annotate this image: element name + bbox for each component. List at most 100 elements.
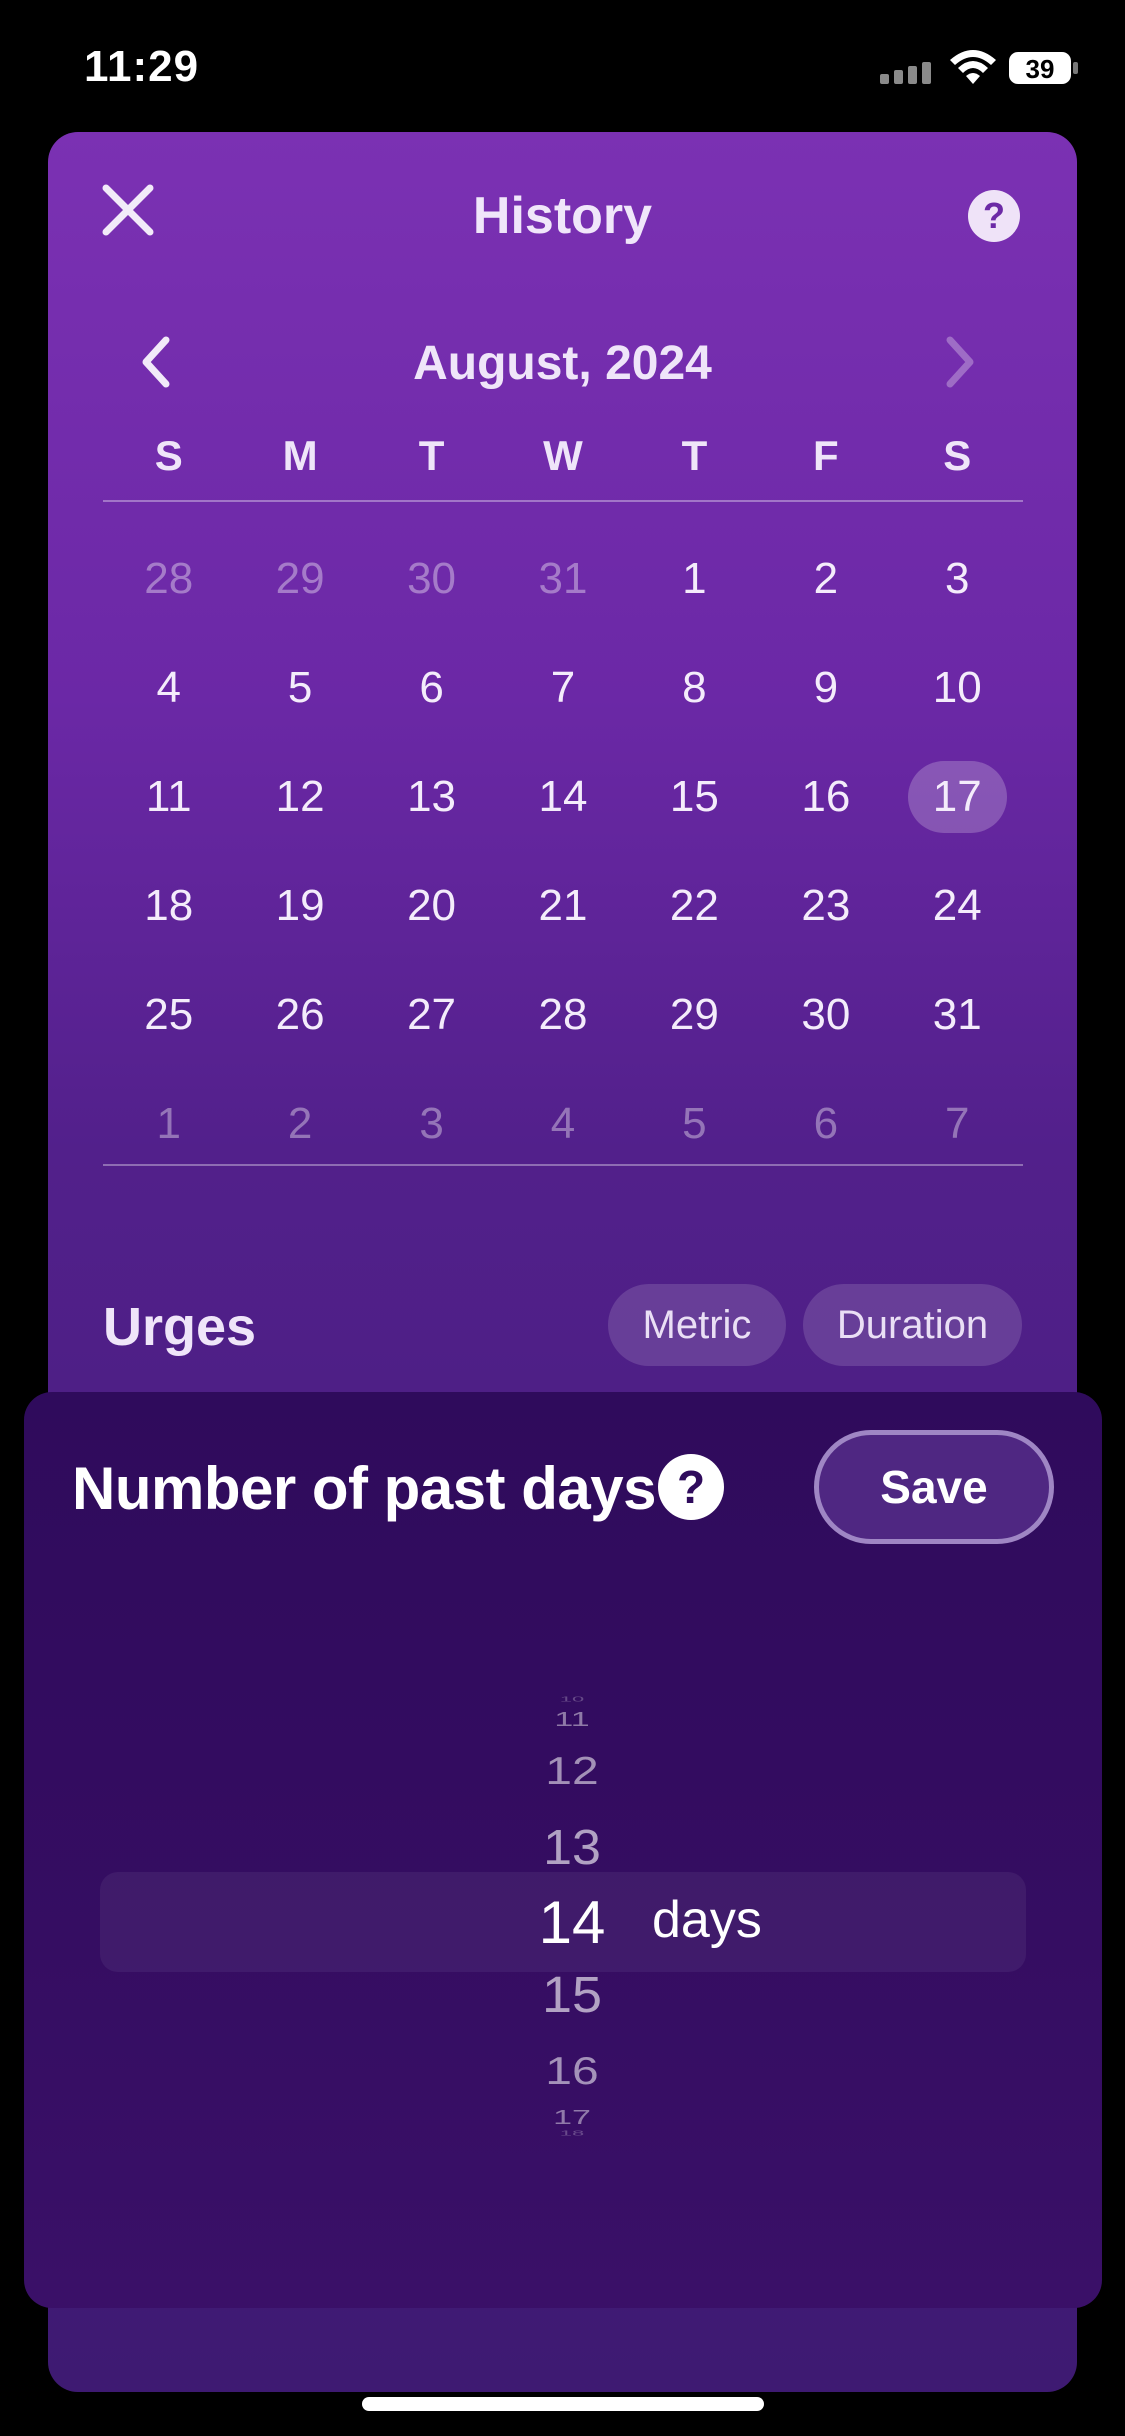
picker-value[interactable]: 16 [24,2049,1102,2094]
status-time: 11:29 [84,42,200,91]
calendar-day[interactable]: 2 [234,1088,365,1160]
duration-chip[interactable]: Duration [803,1284,1022,1366]
picker-value-text: 15 [541,1966,603,2024]
picker-value[interactable]: 13 [24,1820,1102,1877]
calendar-day[interactable]: 4 [497,1088,628,1160]
calendar-day[interactable]: 31 [892,979,1023,1051]
calendar-grid: 28 29 30 31 1 2 3 4 5 6 7 8 9 10 11 12 13 14 15 16 17 18 19 20 2… [103,524,1023,1178]
picker-value[interactable]: 12 [24,1749,1102,1794]
calendar-day[interactable]: 20 [366,870,497,942]
calendar-day[interactable]: 9 [760,652,891,724]
calendar-day-number: 24 [932,880,982,930]
calendar-day[interactable]: 31 [497,543,628,615]
calendar-day[interactable]: 10 [892,652,1023,724]
calendar-day-number: 5 [682,1098,707,1148]
weekday-label: S [943,432,972,479]
calendar-day[interactable]: 11 [103,761,234,833]
picker-value[interactable]: 18 [24,2128,1102,2137]
calendar-day[interactable]: 7 [497,652,628,724]
calendar-day-number: 23 [801,880,851,930]
calendar-day-selected[interactable]: 17 [892,760,1023,833]
calendar-day[interactable]: 3 [366,1088,497,1160]
picker-value[interactable]: 11 [24,1708,1102,1731]
calendar-day-number: 1 [156,1098,181,1148]
calendar-day[interactable]: 5 [629,1088,760,1160]
calendar-day-number: 9 [813,662,839,712]
calendar-day[interactable]: 30 [760,979,891,1051]
chevron-right-icon[interactable] [928,332,988,392]
picker-value-text: 11 [554,1707,590,1731]
battery-icon: 39 [1009,52,1078,84]
calendar-day-number: 2 [287,1098,313,1148]
picker-value[interactable]: 10 [24,1694,1102,1703]
calendar-day-number: 16 [801,771,851,821]
calendar-day[interactable]: 21 [497,870,628,942]
calendar-day[interactable]: 8 [629,652,760,724]
metric-chip[interactable]: Metric [608,1284,786,1366]
picker-value-text: 10 [559,1694,585,1704]
calendar-day-number: 15 [669,771,719,821]
calendar-day-number: 2 [813,553,839,603]
divider [103,500,1023,502]
picker-value-text: 12 [545,1749,599,1794]
urges-title: Urges [103,1297,257,1357]
picker-selection-band [100,1872,1026,1972]
calendar-day[interactable]: 30 [366,543,497,615]
calendar-day-number: 29 [275,553,325,603]
calendar-day[interactable]: 7 [892,1088,1023,1160]
calendar-day[interactable]: 25 [103,979,234,1051]
calendar-day[interactable]: 13 [366,761,497,833]
save-button[interactable]: Save [814,1430,1054,1544]
cellular-signal-icon [880,62,931,84]
calendar-day[interactable]: 4 [103,652,234,724]
calendar-day[interactable]: 12 [234,761,365,833]
calendar-day-number: 3 [945,553,970,603]
calendar-day[interactable]: 14 [497,761,628,833]
calendar-day-number: 28 [538,989,588,1039]
calendar-day[interactable]: 29 [629,979,760,1051]
calendar-day[interactable]: 23 [760,870,891,942]
calendar-day-number: 31 [932,989,982,1039]
calendar-day[interactable]: 19 [234,870,365,942]
calendar-day[interactable]: 18 [103,870,234,942]
calendar-day[interactable]: 27 [366,979,497,1051]
calendar-day-number: 13 [407,771,457,821]
calendar-day[interactable]: 28 [497,979,628,1051]
calendar-day[interactable]: 22 [629,870,760,942]
picker-value[interactable]: 15 [24,1966,1102,2025]
calendar-day[interactable]: 3 [892,543,1023,615]
home-indicator[interactable] [362,2397,764,2411]
calendar-day[interactable]: 26 [234,979,365,1051]
calendar-day[interactable]: 1 [629,543,760,615]
calendar-day-number: 18 [144,880,194,930]
calendar-day-number: 22 [669,880,719,930]
calendar-day-number: 5 [287,662,313,712]
calendar-day[interactable]: 15 [629,761,760,833]
picker-value-text: 17 [553,2105,591,2129]
calendar-day-number: 25 [144,989,194,1039]
help-icon[interactable]: ? [968,190,1020,242]
weekday-label: S [154,432,183,479]
weekday-label: F [812,432,839,479]
month-navigator: August, 2024 [48,322,1077,402]
divider [103,1164,1023,1166]
calendar-day-number: 17 [932,771,982,821]
calendar-week-row: 11 12 13 14 15 16 17 [103,742,1023,851]
calendar-day[interactable]: 1 [103,1088,234,1160]
calendar-day[interactable]: 16 [760,761,891,833]
calendar-day-number: 30 [407,553,457,603]
calendar-day[interactable]: 29 [234,543,365,615]
calendar-day-number: 11 [145,771,192,821]
picker-value-text: 13 [543,1820,601,1876]
calendar-day[interactable]: 24 [892,870,1023,942]
calendar-day[interactable]: 28 [103,543,234,615]
calendar-day[interactable]: 6 [760,1088,891,1160]
picker-value[interactable]: 17 [24,2106,1102,2129]
calendar-day-number: 7 [945,1098,970,1148]
calendar-day[interactable]: 2 [760,543,891,615]
help-icon[interactable]: ? [658,1454,724,1520]
calendar-day-number: 14 [538,771,588,821]
calendar-day[interactable]: 6 [366,652,497,724]
calendar-day-number: 21 [538,880,588,930]
calendar-day[interactable]: 5 [234,652,365,724]
